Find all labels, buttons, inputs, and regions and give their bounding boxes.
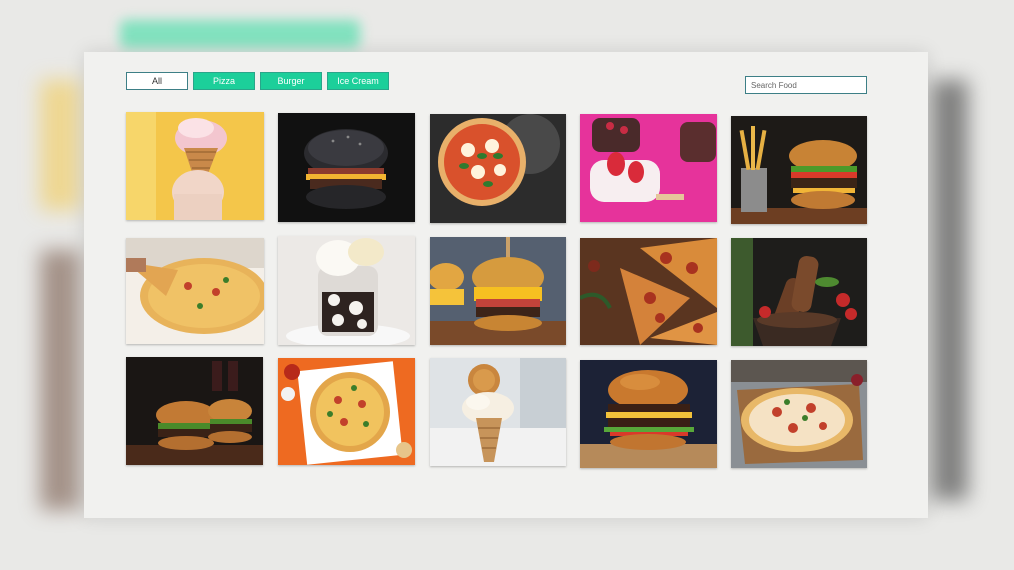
filter-ice-cream-button[interactable]: Ice Cream	[327, 72, 389, 90]
gallery-item-margherita-pizza[interactable]	[430, 114, 566, 223]
gallery-item-two-burgers[interactable]	[126, 357, 263, 465]
gallery-item-ice-cream-sundae[interactable]	[278, 236, 415, 345]
gallery-item-burger-with-fries[interactable]	[731, 116, 867, 224]
gallery-item-strawberry-ice-cream-bars[interactable]	[580, 114, 717, 222]
gallery-item-cheeseburger-board[interactable]	[430, 237, 566, 345]
double-cheeseburger-photo	[580, 360, 717, 468]
burger-with-fries-photo	[731, 116, 867, 224]
blurred-right-edge	[932, 80, 968, 500]
gallery-item-ice-cream-cone[interactable]	[126, 112, 264, 220]
gallery-item-pepperoni-pizza[interactable]	[580, 238, 717, 345]
blurred-header-bar	[120, 20, 360, 48]
blurred-left-edge	[40, 80, 80, 210]
filter-pizza-button[interactable]: Pizza	[193, 72, 255, 90]
black-bun-burger-photo	[278, 113, 415, 222]
gallery-item-pizza-orange[interactable]	[278, 358, 415, 465]
margherita-pizza-photo	[430, 114, 566, 223]
gallery-item-rustic-pizza[interactable]	[731, 360, 867, 468]
gallery-item-chocolate-ice-cream-bars[interactable]	[731, 238, 867, 346]
filter-burger-button[interactable]: Burger	[260, 72, 322, 90]
rustic-pizza-photo	[731, 360, 867, 468]
pizza-orange-photo	[278, 358, 415, 465]
pizza-slice-lift-photo	[126, 238, 264, 344]
gallery-item-black-burger[interactable]	[278, 113, 415, 222]
food-gallery-page: All Pizza Burger Ice Cream	[84, 52, 928, 518]
ice-cream-sundae-photo	[278, 236, 415, 345]
gallery-item-pizza-slice-lift[interactable]	[126, 238, 264, 344]
filter-all-button[interactable]: All	[126, 72, 188, 90]
ice-cream-cone-photo	[126, 112, 264, 220]
strawberry-ice-cream-bars-photo	[580, 114, 717, 222]
search-food-input[interactable]	[745, 76, 867, 94]
blurred-left-edge-lower	[40, 250, 80, 510]
chocolate-ice-cream-bars-photo	[731, 238, 867, 346]
waffle-cone-photo	[430, 358, 566, 466]
pepperoni-pizza-photo	[580, 238, 717, 345]
gallery-item-waffle-cone[interactable]	[430, 358, 566, 466]
filter-bar: All Pizza Burger Ice Cream	[126, 72, 389, 90]
two-burgers-photo	[126, 357, 263, 465]
cheeseburger-board-photo	[430, 237, 566, 345]
gallery-item-double-cheeseburger[interactable]	[580, 360, 717, 468]
